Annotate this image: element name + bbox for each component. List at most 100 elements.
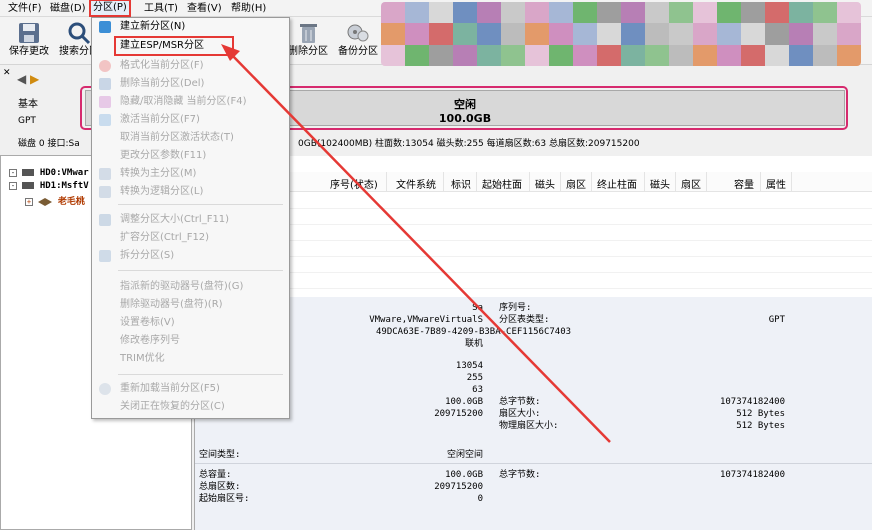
disk-details-panel: Sa VMware,VMwareVirtualS 49DCA63E-7B89-4… bbox=[195, 297, 872, 530]
mosaic-tile bbox=[573, 44, 597, 66]
menu-item-label: 修改卷序列号 bbox=[120, 335, 180, 346]
partition-style-label: GPT bbox=[18, 116, 36, 126]
close-icon[interactable]: ✕ bbox=[3, 68, 11, 78]
table-row bbox=[195, 193, 872, 209]
mosaic-tile bbox=[549, 23, 573, 45]
save-changes-button[interactable]: 保存更改 bbox=[4, 19, 54, 63]
backup-partition-button[interactable]: 备份分区 bbox=[333, 19, 383, 63]
menu-item-to-logical: 转换为逻辑分区(L) bbox=[94, 183, 287, 201]
search-icon bbox=[68, 22, 91, 45]
reload-icon bbox=[99, 383, 111, 395]
tree-toggle[interactable]: - bbox=[9, 168, 17, 177]
disk-type-label: 基本 bbox=[18, 99, 38, 110]
menu-view[interactable]: 查看(V) bbox=[185, 0, 224, 17]
tree-item-partition-label: 老毛桃 bbox=[57, 197, 85, 207]
mosaic-tile bbox=[669, 44, 693, 66]
menu-item-label: 转换为逻辑分区(L) bbox=[120, 186, 204, 197]
total-capacity-value: 100.0GB bbox=[445, 470, 483, 480]
mosaic-tile bbox=[837, 44, 861, 66]
menu-item-label: 扩容分区(Ctrl_F12) bbox=[120, 232, 210, 243]
split-icon bbox=[99, 250, 111, 262]
col-start-cyl[interactable]: 起始柱面 bbox=[482, 176, 522, 191]
col-end-head[interactable]: 磁头 bbox=[650, 176, 670, 191]
menu-item-new-partition[interactable]: 建立新分区(N) bbox=[94, 18, 287, 36]
space-type-label: 空间类型: bbox=[199, 450, 241, 460]
menu-item-set-label: 设置卷标(V) bbox=[94, 314, 287, 332]
menu-item-reload: 重新加载当前分区(F5) bbox=[94, 380, 287, 398]
forward-arrow-icon[interactable]: ▶ bbox=[30, 72, 39, 86]
mosaic-tile bbox=[381, 2, 405, 24]
space-type-value: 空闲空间 bbox=[446, 450, 483, 460]
menu-item-label: 关闭正在恢复的分区(C) bbox=[120, 401, 225, 412]
mosaic-tile bbox=[477, 44, 501, 66]
total-sectors-label: 总扇区数: bbox=[199, 482, 241, 492]
disk-icon bbox=[22, 182, 35, 189]
detail-model: VMware,VMwareVirtualS bbox=[369, 315, 483, 325]
mosaic-tile bbox=[477, 23, 501, 45]
menu-disk[interactable]: 磁盘(D) bbox=[48, 0, 88, 17]
menu-item-label: 设置卷标(V) bbox=[120, 317, 175, 328]
mosaic-tile bbox=[429, 2, 453, 24]
col-end-cyl[interactable]: 终止柱面 bbox=[597, 176, 637, 191]
menu-item-label: 更改分区参数(F11) bbox=[120, 150, 207, 161]
menu-item-label: 拆分分区(S) bbox=[120, 250, 175, 261]
esp-highlight-box bbox=[114, 36, 234, 56]
col-divider bbox=[760, 172, 761, 192]
mosaic-tile bbox=[741, 44, 765, 66]
mosaic-tile bbox=[501, 44, 525, 66]
menu-item-label: 格式化当前分区(F) bbox=[120, 60, 204, 71]
menu-partition[interactable]: 分区(P) bbox=[89, 0, 131, 17]
detail-capacity: 100.0GB bbox=[445, 397, 483, 407]
tree-toggle[interactable]: - bbox=[9, 181, 17, 190]
menu-item-delete: 删除当前分区(Del) bbox=[94, 75, 287, 93]
menu-help[interactable]: 帮助(H) bbox=[229, 0, 268, 17]
col-divider bbox=[644, 172, 645, 192]
menu-separator bbox=[118, 270, 283, 271]
mosaic-tile bbox=[693, 2, 717, 24]
mosaic-tile bbox=[813, 23, 837, 45]
delete-partition-button[interactable]: 删除分区 bbox=[283, 19, 333, 63]
col-id[interactable]: 标识 bbox=[451, 176, 471, 191]
col-start-sector[interactable]: 扇区 bbox=[566, 176, 586, 191]
tree-item-hd0[interactable]: - HD0:VMwar bbox=[9, 168, 89, 181]
col-filesystem[interactable]: 文件系统 bbox=[396, 176, 436, 191]
disk-geometry-text: 0GB(102400MB) 柱面数:13054 磁头数:255 每道扇区数:63… bbox=[298, 139, 640, 149]
col-attribute[interactable]: 属性 bbox=[766, 176, 786, 191]
disk-icon bbox=[22, 169, 35, 176]
col-divider bbox=[591, 172, 592, 192]
menu-tools[interactable]: 工具(T) bbox=[142, 0, 180, 17]
tree-item-hd1[interactable]: - HD1:MsftV bbox=[9, 181, 89, 194]
partition-table-type-value: GPT bbox=[768, 315, 785, 325]
partition-icon bbox=[38, 198, 53, 206]
menu-item-label: 隐藏/取消隐藏 当前分区(F4) bbox=[120, 96, 247, 107]
mosaic-tile bbox=[837, 23, 861, 45]
col-start-head[interactable]: 磁头 bbox=[535, 176, 555, 191]
col-divider bbox=[476, 172, 477, 192]
col-end-sector[interactable]: 扇区 bbox=[681, 176, 701, 191]
tree-item-partition[interactable]: + 老毛桃 bbox=[25, 194, 85, 207]
menu-item-deactivate: 取消当前分区激活状态(T) bbox=[94, 129, 287, 147]
col-divider bbox=[529, 172, 530, 192]
mosaic-tile bbox=[597, 2, 621, 24]
mosaic-tile bbox=[573, 23, 597, 45]
menu-item-split: 拆分分区(S) bbox=[94, 247, 287, 265]
menu-file[interactable]: 文件(F) bbox=[6, 0, 44, 17]
col-divider bbox=[386, 172, 387, 192]
col-capacity[interactable]: 容量 bbox=[734, 176, 754, 191]
mosaic-tile bbox=[813, 44, 837, 66]
to-logical-icon bbox=[99, 186, 111, 198]
menu-item-label: TRIM优化 bbox=[120, 353, 165, 364]
sector-size-value: 512 Bytes bbox=[736, 409, 785, 419]
menu-item-close-recovering: 关闭正在恢复的分区(C) bbox=[94, 398, 287, 416]
start-sector-label: 起始扇区号: bbox=[199, 494, 250, 504]
col-divider bbox=[675, 172, 676, 192]
menu-separator bbox=[118, 204, 283, 205]
mosaic-tile bbox=[789, 44, 813, 66]
menu-item-hide: 隐藏/取消隐藏 当前分区(F4) bbox=[94, 93, 287, 111]
backup-icon bbox=[347, 24, 369, 42]
mosaic-tile bbox=[405, 2, 429, 24]
tree-toggle[interactable]: + bbox=[25, 197, 33, 206]
col-seq[interactable]: 序号(状态) bbox=[330, 176, 378, 191]
back-arrow-icon[interactable]: ◀ bbox=[17, 72, 26, 86]
detail-total-sectors: 209715200 bbox=[434, 409, 483, 419]
